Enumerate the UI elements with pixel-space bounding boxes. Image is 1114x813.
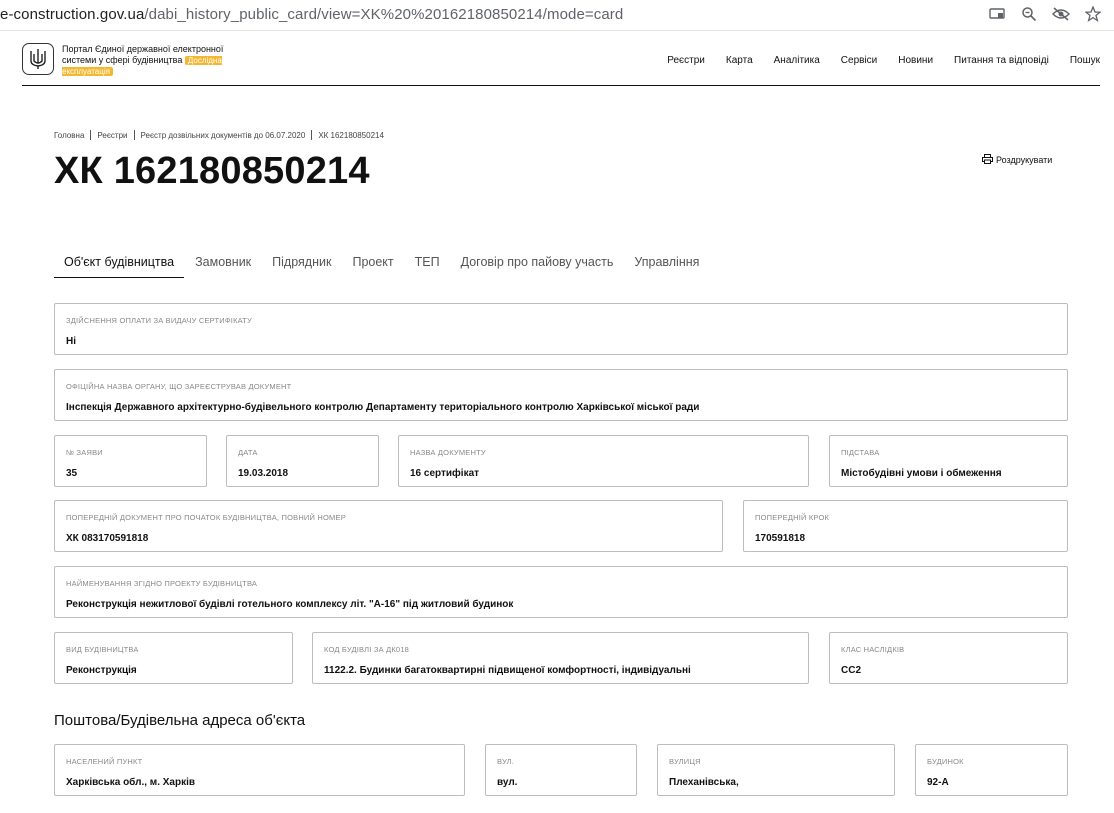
browser-address-bar[interactable]: e-construction.gov.ua/dabi_history_publi…: [0, 0, 1114, 31]
field-building: Будинок 92-А: [915, 744, 1068, 796]
breadcrumb-home[interactable]: Головна: [54, 131, 84, 140]
nav-services[interactable]: Сервіси: [841, 55, 877, 66]
field-label: Дата: [238, 448, 258, 457]
field-value: 1122.2. Будинки багатоквартирні підвищен…: [324, 665, 691, 676]
breadcrumb-separator: [90, 130, 92, 140]
field-value: 170591818: [755, 533, 806, 544]
cast-icon[interactable]: [988, 5, 1006, 23]
field-label: Код будівлі за ДК018: [324, 645, 410, 654]
print-button[interactable]: Роздрукувати: [982, 154, 1052, 166]
trident-logo-icon[interactable]: [22, 43, 54, 75]
field-label: Клас наслідків: [841, 645, 905, 654]
eye-off-icon[interactable]: [1052, 5, 1070, 23]
tabs: Об'єкт будівництва Замовник Підрядник Пр…: [54, 252, 710, 278]
field-label: № заяви: [66, 448, 103, 457]
field-value: ХК 083170591818: [66, 533, 149, 544]
field-previous-step: Попередній крок 170591818: [743, 500, 1068, 552]
field-date: Дата 19.03.2018: [226, 435, 379, 487]
field-value: Реконструкція нежитлової будівлі готельн…: [66, 599, 514, 610]
field-label: Вулиця: [669, 757, 701, 766]
field-value: 19.03.2018: [238, 468, 289, 479]
portal-name[interactable]: Портал Єдиної державної електронної сист…: [62, 44, 232, 77]
tab-customer[interactable]: Замовник: [185, 252, 261, 278]
breadcrumb-separator: [311, 130, 313, 140]
field-application-number: № заяви 35: [54, 435, 207, 487]
field-label: Попередній крок: [755, 513, 830, 522]
breadcrumb-separator: [133, 130, 135, 140]
url-path: /dabi_history_public_card/view=XK%20%201…: [144, 6, 624, 23]
field-street: Вулиця Плеханівська,: [657, 744, 895, 796]
breadcrumb: Головна Реєстри Реєстр дозвільних докуме…: [54, 130, 384, 140]
field-previous-document: Попередній документ про початок будівниц…: [54, 500, 723, 552]
field-value: СС2: [841, 665, 862, 676]
bookmark-star-icon[interactable]: [1084, 5, 1102, 23]
field-project-name: Найменування згідно проекту будівництва …: [54, 566, 1068, 618]
main-nav: Реєстри Карта Аналітика Сервіси Новини П…: [667, 55, 1100, 66]
field-label: Здійснення оплати за видачу сертифікату: [66, 316, 252, 325]
field-label: Назва документу: [410, 448, 486, 457]
field-label: Вид будівництва: [66, 645, 139, 654]
field-document-name: Назва документу 16 сертифікат: [398, 435, 809, 487]
breadcrumb-current: ХК 162180850214: [318, 130, 384, 140]
field-label: Населений пункт: [66, 757, 143, 766]
field-value: Реконструкція: [66, 665, 137, 676]
zoom-icon[interactable]: [1020, 5, 1038, 23]
nav-faq[interactable]: Питання та відповіді: [954, 55, 1049, 66]
field-street-type: Вул. вул.: [485, 744, 637, 796]
field-value: Плеханівська,: [669, 777, 739, 788]
field-value: вул.: [497, 777, 518, 788]
nav-analytics[interactable]: Аналітика: [774, 55, 820, 66]
field-value: 92-А: [927, 777, 949, 788]
printer-icon: [982, 154, 993, 166]
field-value: Харківська обл., м. Харків: [66, 777, 196, 788]
breadcrumb-registries[interactable]: Реєстри: [97, 131, 127, 140]
url-host: e-construction.gov.ua: [0, 6, 145, 23]
field-construction-type: Вид будівництва Реконструкція: [54, 632, 293, 684]
nav-news[interactable]: Новини: [898, 55, 933, 66]
field-consequence-class: Клас наслідків СС2: [829, 632, 1068, 684]
tab-equity-contract[interactable]: Договір про пайову участь: [451, 252, 624, 278]
tab-management[interactable]: Управління: [624, 252, 709, 278]
site-header: Портал Єдиної державної електронної сист…: [22, 40, 1100, 86]
field-building-code: Код будівлі за ДК018 1122.2. Будинки баг…: [312, 632, 809, 684]
tab-construction-object[interactable]: Об'єкт будівництва: [54, 252, 185, 278]
field-value: Ні: [66, 336, 76, 347]
tab-project[interactable]: Проект: [342, 252, 403, 278]
nav-registries[interactable]: Реєстри: [667, 55, 705, 66]
field-value: Інспекція Державного архітектурно-будіве…: [66, 402, 700, 413]
field-label: Офіційна назва органу, що зареєстрував д…: [66, 382, 292, 391]
tab-contractor[interactable]: Підрядник: [262, 252, 341, 278]
nav-map[interactable]: Карта: [726, 55, 753, 66]
url-text[interactable]: e-construction.gov.ua/dabi_history_publi…: [0, 6, 623, 23]
address-section-title: Поштова/Будівельна адреса об'єкта: [54, 712, 306, 729]
field-value: 16 сертифікат: [410, 468, 480, 479]
print-label: Роздрукувати: [996, 155, 1053, 165]
field-authority: Офіційна назва органу, що зареєстрував д…: [54, 369, 1068, 421]
field-value: Містобудівні умови і обмеження: [841, 468, 1002, 479]
field-value: 35: [66, 468, 78, 479]
breadcrumb-permit-registry[interactable]: Реєстр дозвільних документів до 06.07.20…: [141, 131, 306, 140]
field-basis: Підстава Містобудівні умови і обмеження: [829, 435, 1068, 487]
nav-search[interactable]: Пошук: [1070, 55, 1100, 66]
field-label: Будинок: [927, 757, 964, 766]
field-label: Підстава: [841, 448, 880, 457]
tab-tep[interactable]: ТЕП: [405, 252, 450, 278]
field-payment: Здійснення оплати за видачу сертифікату …: [54, 303, 1068, 355]
page-title: ХК 162180850214: [54, 150, 370, 192]
field-label: Вул.: [497, 757, 515, 766]
field-label: Найменування згідно проекту будівництва: [66, 579, 258, 588]
field-label: Попередній документ про початок будівниц…: [66, 513, 346, 522]
field-settlement: Населений пункт Харківська обл., м. Харк…: [54, 744, 465, 796]
